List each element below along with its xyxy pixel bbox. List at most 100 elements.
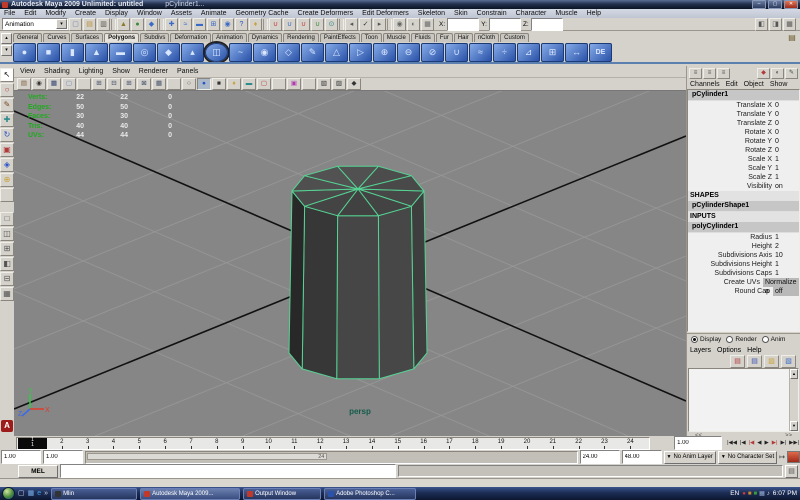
lasso-tool[interactable]: ○ [0,83,14,97]
channel-row[interactable]: Rotate Y0 [688,137,799,146]
edit-layer-icon[interactable]: ▤ [730,355,745,368]
channel-box-list[interactable]: pCylinder1 Translate X0 Translate Y0 Tra… [687,89,800,332]
xray-mode-icon[interactable]: ▢ [257,78,271,90]
film-gate-icon[interactable]: ⊟ [107,78,121,90]
animation-layout-button[interactable]: ▦ [0,287,14,301]
show-attribute-editor-icon[interactable]: ◧ [755,18,768,31]
ipr-render-icon[interactable]: ◐ [407,18,420,31]
cb-menu[interactable]: Channels [690,81,720,88]
shelf-tab[interactable]: Fur [436,33,453,42]
channel-row[interactable]: Visibilityon [688,182,799,191]
shelf-tab[interactable]: Rendering [283,33,319,42]
persp-outliner-layout-button[interactable]: ◧ [0,257,14,271]
vp-menu[interactable]: Shading [44,68,70,75]
snap-icon[interactable]: ▤ [17,78,31,90]
tray-volume-icon[interactable]: ♪ [767,489,770,499]
shelf-editor-icon[interactable]: ▤ [788,33,796,42]
append-polygon-icon[interactable]: ▷ [349,43,372,62]
chevron-down-icon[interactable]: ▼ [721,454,726,460]
channel-row[interactable]: Rotate X0 [688,128,799,137]
menu-item[interactable]: Help [587,10,601,17]
channel-row[interactable]: Translate Z0 [688,119,799,128]
channel-row[interactable]: Subdivisions Height1 [688,260,799,269]
poly-cylinder-mesh[interactable] [289,166,427,378]
channel-edit-icon[interactable]: ✎ [785,68,798,79]
wireframe-mode-icon[interactable]: ○ [182,78,196,90]
character-set-selector[interactable]: ▼ No Character Set [718,451,777,464]
channel-row[interactable]: Scale X1 [688,155,799,164]
scroll-up-icon[interactable]: ▲ [790,369,798,379]
layer-list[interactable]: ▲ ▼ [688,368,799,432]
shelf-tab[interactable]: Animation [212,33,247,42]
snap-to-grids-icon[interactable]: ∪ [269,18,282,31]
playback-range-bar[interactable]: 24 [87,453,327,460]
menu-item[interactable]: Character [516,10,547,17]
menu-item[interactable]: Window [137,10,162,17]
select-object-mode-icon[interactable]: ● [131,18,144,31]
shelf-tab[interactable]: Fluids [411,33,435,42]
safe-title-icon[interactable]: ▨ [332,78,346,90]
channel-colors-icon[interactable]: ◆ [757,68,770,79]
mel-input[interactable] [60,464,396,478]
poly-sphere-icon[interactable]: ● [13,43,36,62]
channel-row[interactable]: Translate X0 [688,101,799,110]
shelf-tab[interactable]: General [13,33,42,42]
internet-explorer-icon[interactable]: e [37,488,41,499]
viewport-canvas[interactable]: Verts:22220 Edges:50500 Faces:30300 Tris… [14,90,686,437]
channel-mute-icon[interactable]: ◐ [771,68,784,79]
tray-update-icon[interactable]: ■ [748,489,752,499]
boolean-union-icon[interactable]: ∪ [445,43,468,62]
channel-row[interactable]: Radius1 [688,233,799,242]
cb-menu[interactable]: Help [747,347,761,354]
channel-row[interactable]: Rotate Z0 [688,146,799,155]
z-input[interactable] [531,18,563,31]
output-connections-icon[interactable]: ▸ [373,18,386,31]
taskbar-button-output-window[interactable]: Output Window [243,488,321,500]
mel-toggle-button[interactable]: MEL [18,465,58,478]
poly-platonic-solid-icon[interactable]: ◇ [277,43,300,62]
vp-menu[interactable]: Panels [177,68,198,75]
render-radio[interactable]: Render [726,336,756,343]
vp-menu[interactable]: View [20,68,35,75]
menu-item[interactable]: Assets [171,10,192,17]
shelf-tab[interactable]: Polygons [104,33,139,42]
extract-icon[interactable]: ⊘ [421,43,444,62]
taskbar-button-photoshop[interactable]: Adobe Photoshop C... [324,488,416,500]
show-channel-box-icon[interactable]: ▦ [783,18,796,31]
go-to-range-start-button[interactable]: |◀◀ [726,438,738,448]
channel-stack-icon-2[interactable]: ≡ [703,68,716,79]
menu-item[interactable]: Create [75,10,96,17]
paint-selection-tool[interactable]: ✎ [0,98,14,112]
image-plane-icon[interactable]: ▢ [62,78,76,90]
shelf-tab[interactable]: Dynamics [248,33,282,42]
shelf-tab[interactable]: Subdivs [140,33,169,42]
anim-layer-selector[interactable]: ▼ No Anim Layer [664,451,716,464]
poly-plane-icon[interactable]: ▬ [109,43,132,62]
tray-red-icon[interactable]: ● [742,489,746,499]
grid-icon[interactable]: ⊞ [92,78,106,90]
tray-green-icon[interactable]: ■ [753,489,757,499]
bookmark-icon[interactable]: ▦ [47,78,61,90]
display-radio[interactable]: Display [691,336,721,343]
move-tool[interactable]: ✚ [0,113,14,127]
cb-menu[interactable]: Object [744,81,764,88]
single-pane-layout-button[interactable]: □ [0,212,14,226]
shelf-tab[interactable]: Surfaces [71,33,103,42]
language-indicator[interactable]: EN [730,490,739,497]
animation-preferences-button[interactable] [787,451,800,463]
range-slider-groove[interactable]: 24 [85,451,578,464]
menu-set-selector[interactable]: Animation ▾ [2,18,68,30]
shelf-tab-toggle-icon[interactable]: ▴ [1,33,12,44]
quick-launch-overflow-icon[interactable]: » [44,490,48,497]
script-editor-icon[interactable]: ▤ [785,465,798,478]
auto-keyframe-icon[interactable]: ↦ [779,453,785,461]
select-mask-deformations-icon[interactable]: ⊞ [207,18,220,31]
menu-item[interactable]: Muscle [555,10,577,17]
shelf-tab[interactable]: Custom [500,33,529,42]
channel-row[interactable]: Translate Y0 [688,110,799,119]
select-mask-curves-icon[interactable]: ≈ [179,18,192,31]
select-mask-dynamics-icon[interactable]: ◉ [221,18,234,31]
resolution-gate-icon[interactable]: ⊞ [122,78,136,90]
layer-list-scrollbar[interactable]: ▲ ▼ [789,369,798,431]
shelf-tab[interactable]: nCloth [474,33,499,42]
